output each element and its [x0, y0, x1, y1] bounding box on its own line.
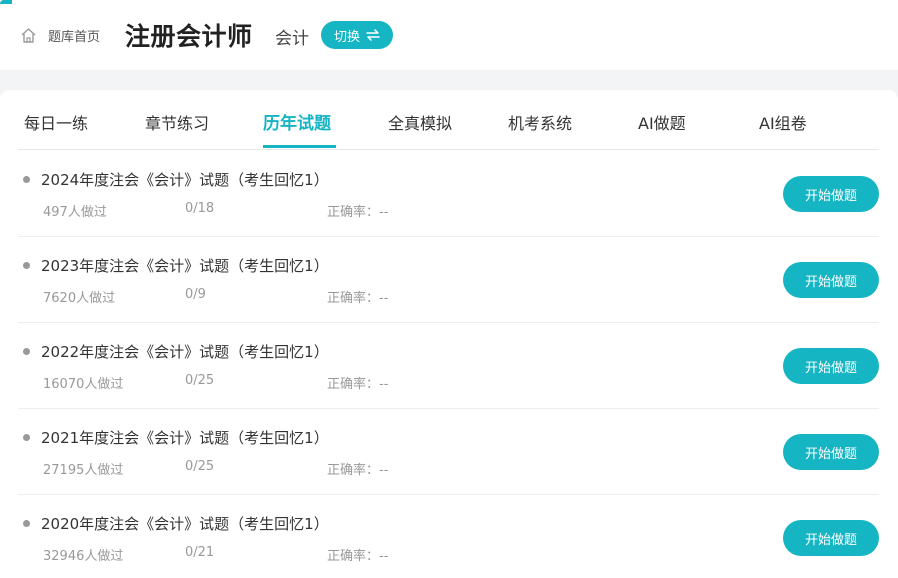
bullet-dot	[23, 348, 30, 355]
bullet-dot	[23, 262, 30, 269]
tab-mock-exam[interactable]: 全真模拟	[388, 110, 452, 134]
start-practice-button[interactable]: 开始做题	[783, 434, 879, 470]
exam-row: 2022年度注会《会计》试题（考生回忆1） 16070人做过 0/25 正确率：…	[18, 323, 879, 409]
page-title: 注册会计师	[125, 22, 253, 51]
progress-count: 0/21	[185, 545, 215, 560]
exam-title[interactable]: 2020年度注会《会计》试题（考生回忆1）	[41, 513, 329, 534]
accuracy-label: 正确率：--	[327, 463, 389, 478]
content-panel: 每日一练 章节练习 历年试题 全真模拟 机考系统 AI做题 AI组卷 2024年…	[0, 90, 898, 578]
tab-past-exams[interactable]: 历年试题	[263, 109, 331, 134]
exam-row: 2024年度注会《会计》试题（考生回忆1） 497人做过 0/18 正确率：--…	[18, 151, 879, 237]
active-tab-underline	[263, 145, 336, 148]
exam-row: 2020年度注会《会计》试题（考生回忆1） 32946人做过 0/21 正确率：…	[18, 495, 879, 578]
progress-count: 0/25	[185, 373, 215, 388]
progress-count: 0/9	[185, 287, 206, 302]
exam-title[interactable]: 2021年度注会《会计》试题（考生回忆1）	[41, 427, 329, 448]
accuracy-label: 正确率：--	[327, 549, 389, 564]
done-count: 497人做过	[43, 205, 107, 220]
swap-arrows-icon	[366, 29, 380, 41]
home-label: 题库首页	[48, 30, 101, 45]
home-link[interactable]: 题库首页	[20, 26, 100, 45]
done-count: 32946人做过	[43, 549, 124, 564]
start-practice-button[interactable]: 开始做题	[783, 520, 879, 556]
accuracy-label: 正确率：--	[327, 291, 389, 306]
tab-bar: 每日一练 章节练习 历年试题 全真模拟 机考系统 AI做题 AI组卷	[18, 90, 879, 150]
bullet-dot	[23, 176, 30, 183]
exam-title[interactable]: 2024年度注会《会计》试题（考生回忆1）	[41, 169, 329, 190]
tab-ai-paper[interactable]: AI组卷	[759, 110, 807, 134]
bullet-dot	[23, 434, 30, 441]
exam-title[interactable]: 2023年度注会《会计》试题（考生回忆1）	[41, 255, 329, 276]
tab-ai-practice[interactable]: AI做题	[638, 110, 686, 134]
start-practice-button[interactable]: 开始做题	[783, 348, 879, 384]
tab-daily-practice[interactable]: 每日一练	[24, 110, 88, 134]
progress-count: 0/25	[185, 459, 215, 474]
done-count: 27195人做过	[43, 463, 124, 478]
exam-row: 2023年度注会《会计》试题（考生回忆1） 7620人做过 0/9 正确率：--…	[18, 237, 879, 323]
accuracy-label: 正确率：--	[327, 377, 389, 392]
exam-list: 2024年度注会《会计》试题（考生回忆1） 497人做过 0/18 正确率：--…	[18, 151, 879, 578]
header-bar: 题库首页 注册会计师 会计 切换	[0, 0, 898, 70]
done-count: 7620人做过	[43, 291, 116, 306]
bullet-dot	[23, 520, 30, 527]
start-practice-button[interactable]: 开始做题	[783, 176, 879, 212]
tab-chapter-practice[interactable]: 章节练习	[145, 110, 209, 134]
done-count: 16070人做过	[43, 377, 124, 392]
tab-computer-exam[interactable]: 机考系统	[508, 110, 572, 134]
exam-row: 2021年度注会《会计》试题（考生回忆1） 27195人做过 0/25 正确率：…	[18, 409, 879, 495]
corner-accent	[0, 0, 12, 4]
home-icon	[20, 27, 37, 44]
exam-title[interactable]: 2022年度注会《会计》试题（考生回忆1）	[41, 341, 329, 362]
switch-label: 切换	[333, 29, 360, 45]
subject-label: 会计	[275, 29, 309, 49]
switch-subject-button[interactable]: 切换	[321, 21, 393, 49]
progress-count: 0/18	[185, 201, 215, 216]
start-practice-button[interactable]: 开始做题	[783, 262, 879, 298]
accuracy-label: 正确率：--	[327, 205, 389, 220]
